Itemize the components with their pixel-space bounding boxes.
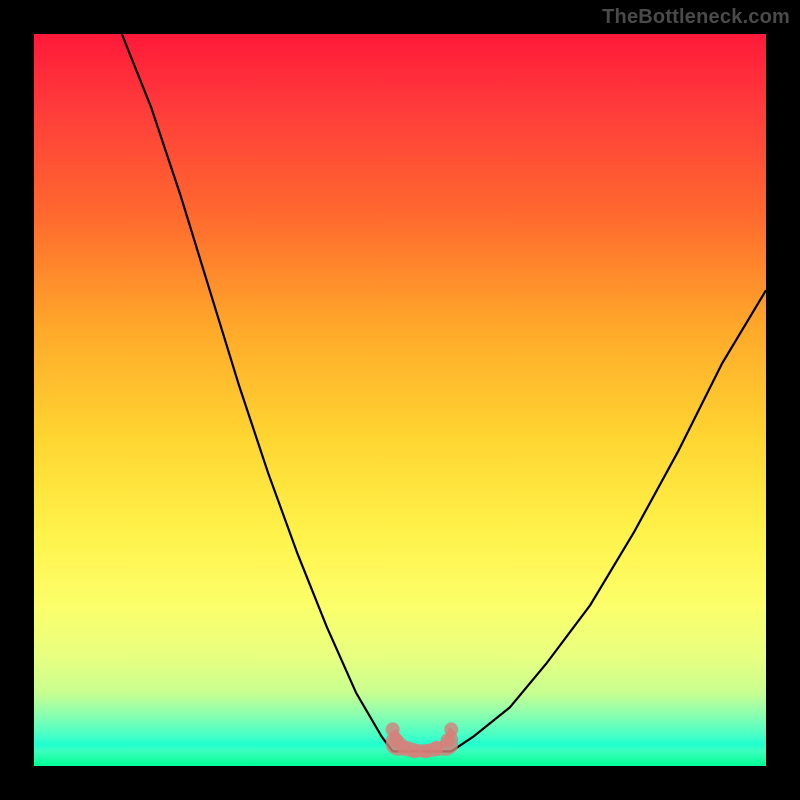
- curve-right: [451, 290, 766, 751]
- plot-area: [34, 34, 766, 766]
- curve-overlay: [34, 34, 766, 766]
- attribution-text: TheBottleneck.com: [602, 6, 790, 29]
- curve-left: [122, 34, 393, 751]
- chart-frame: TheBottleneck.com: [0, 0, 800, 800]
- marker-dot: [444, 722, 458, 736]
